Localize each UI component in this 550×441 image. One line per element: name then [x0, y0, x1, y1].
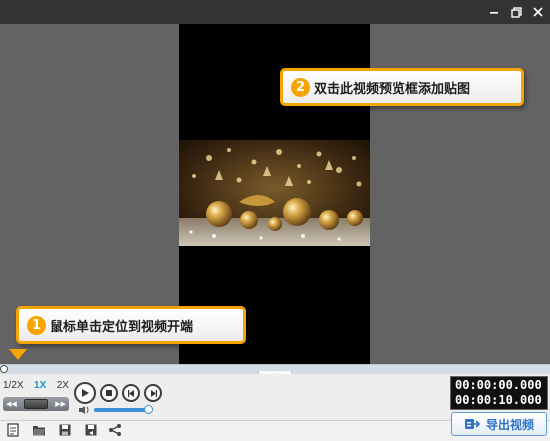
volume-knob[interactable]	[144, 405, 153, 414]
callout-add-sticker: 2 双击此视频预览框添加贴图	[280, 68, 524, 106]
current-time: 00:00:00.000	[455, 378, 542, 392]
play-button[interactable]	[74, 382, 96, 404]
callout-locate-start: 1 鼠标单击定位到视频开端	[16, 306, 246, 344]
step-badge: 1	[27, 315, 46, 335]
stop-button[interactable]	[100, 384, 118, 402]
speed-slider-knob[interactable]	[24, 399, 48, 409]
volume-icon[interactable]	[78, 405, 90, 415]
stop-icon	[106, 390, 112, 396]
minimize-button[interactable]	[484, 3, 504, 21]
export-label: 导出视频	[485, 417, 534, 432]
step-badge: 2	[291, 77, 310, 97]
video-thumbnail	[179, 140, 370, 246]
save-icon[interactable]	[58, 423, 72, 437]
previous-frame-icon	[127, 389, 134, 397]
play-icon	[82, 389, 89, 397]
restore-icon	[510, 6, 522, 18]
export-video-button[interactable]: 导出视频	[451, 412, 547, 436]
title-bar	[0, 0, 550, 24]
minimize-icon	[490, 12, 498, 14]
speed-slider[interactable]: ◀◀ ▶▶	[3, 397, 69, 411]
timeline-handle[interactable]	[0, 365, 8, 373]
fast-forward-icon: ▶▶	[55, 400, 66, 408]
save-as-icon[interactable]	[84, 423, 98, 437]
share-icon[interactable]	[108, 423, 122, 437]
open-folder-icon[interactable]	[32, 423, 46, 437]
rewind-icon: ◀◀	[6, 400, 17, 408]
speed-selector: 1/2X 1X 2X	[3, 380, 69, 396]
restore-button[interactable]	[506, 3, 526, 21]
close-button[interactable]	[528, 3, 548, 21]
previous-frame-button[interactable]	[122, 384, 140, 402]
speed-normal[interactable]: 1X	[34, 380, 46, 396]
callout-text: 鼠标单击定位到视频开端	[50, 319, 194, 335]
export-icon	[464, 419, 480, 429]
speed-half[interactable]: 1/2X	[3, 380, 24, 396]
callout-text: 双击此视频预览框添加贴图	[314, 81, 471, 97]
position-marker[interactable]	[9, 349, 27, 360]
close-icon	[533, 7, 543, 17]
volume-level	[94, 408, 146, 412]
total-time: 00:00:10.000	[455, 393, 542, 407]
new-project-icon[interactable]	[6, 423, 20, 437]
next-frame-button[interactable]	[144, 384, 162, 402]
speed-double[interactable]: 2X	[57, 380, 69, 396]
time-display: 00:00:00.000 00:00:10.000	[450, 376, 548, 410]
next-frame-icon	[150, 389, 157, 397]
